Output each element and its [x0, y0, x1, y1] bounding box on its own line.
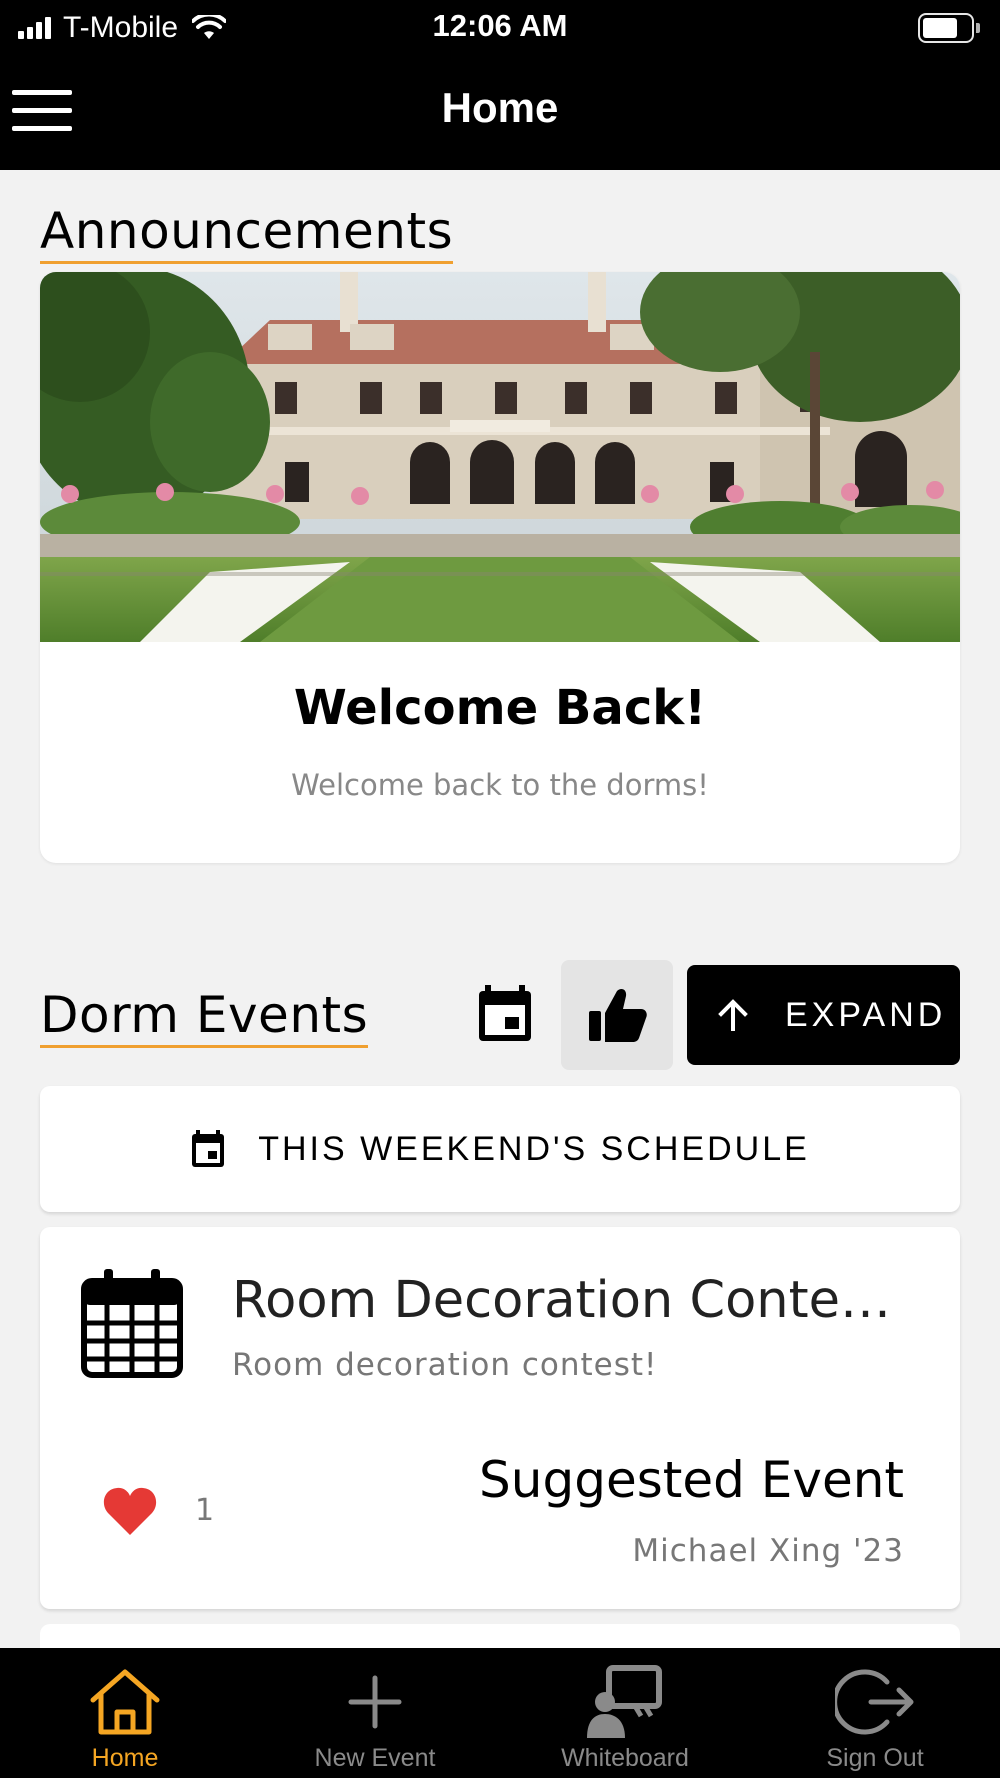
tab-sign-out[interactable]: Sign Out [750, 1648, 1000, 1778]
thumbs-up-button[interactable] [561, 960, 673, 1070]
app-root: T-Mobile 12:06 AM Home Announcements Wel… [0, 0, 1000, 1778]
home-icon [90, 1669, 160, 1735]
announcement-card[interactable]: Welcome Back! Welcome back to the dorms! [40, 272, 960, 863]
arrow-up-icon [718, 999, 748, 1031]
tab-home-label: Home [91, 1744, 159, 1772]
status-bar: T-Mobile 12:06 AM [0, 0, 1000, 56]
heart-icon[interactable] [102, 1485, 158, 1537]
page-title: Home [441, 84, 559, 131]
event-card[interactable]: Room Decoration Conte… Room decoration c… [40, 1227, 960, 1609]
tab-new-event[interactable]: New Event [250, 1648, 500, 1778]
plus-icon [348, 1675, 402, 1729]
calendar-small-icon [192, 1130, 225, 1167]
tab-home[interactable]: Home [0, 1648, 250, 1778]
dorm-building-photo [40, 272, 960, 642]
nav-bar: Home [0, 56, 1000, 170]
event-title: Room Decoration Conte… [232, 1271, 891, 1330]
weekend-schedule-button[interactable]: THIS WEEKEND'S SCHEDULE [40, 1086, 960, 1212]
event-type-label: Suggested Event [479, 1451, 904, 1509]
status-clock: 12:06 AM [432, 8, 568, 43]
announcements-heading: Announcements [40, 204, 454, 264]
expand-label: EXPAND [785, 995, 947, 1034]
calendar-icon[interactable] [475, 983, 535, 1043]
expand-button[interactable]: EXPAND [687, 965, 960, 1065]
announcement-title: Welcome Back! [293, 680, 707, 736]
announcement-subtitle: Welcome back to the dorms! [291, 768, 709, 802]
sign-out-icon [835, 1669, 914, 1735]
thumbs-up-icon [589, 988, 647, 1042]
tab-sign-out-label: Sign Out [826, 1744, 924, 1772]
event-calendar-icon [81, 1269, 183, 1378]
event-author: Michael Xing '23 [632, 1533, 904, 1569]
like-count: 1 [195, 1493, 215, 1528]
whiteboard-icon [587, 1665, 662, 1738]
tab-whiteboard[interactable]: Whiteboard [500, 1648, 750, 1778]
tab-bar: Home New Event Whiteboard Sign Out [0, 1648, 1000, 1778]
battery-icon [918, 13, 980, 43]
dorm-events-heading: Dorm Events [40, 988, 369, 1048]
tab-new-event-label: New Event [314, 1744, 436, 1772]
tab-whiteboard-label: Whiteboard [561, 1744, 689, 1772]
weekend-schedule-label: THIS WEEKEND'S SCHEDULE [258, 1129, 810, 1168]
event-description: Room decoration contest! [232, 1347, 658, 1383]
